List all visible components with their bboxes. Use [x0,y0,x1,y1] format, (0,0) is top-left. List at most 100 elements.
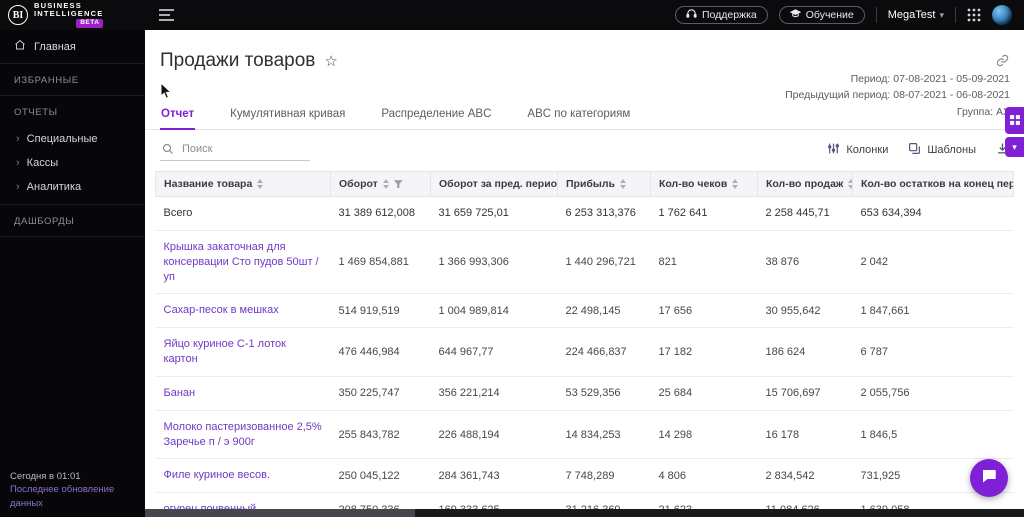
sidebar-item-special-label: Специальные [26,133,98,145]
search-icon [162,143,173,154]
column-header[interactable]: Кол-во продаж [757,171,853,197]
sidebar: Главная ИЗБРАННЫЕ ОТЧЕТЫ › Специальные ›… [0,30,145,517]
value-cell: 644 967,77 [430,327,558,377]
value-cell: 1 846,5 [852,410,1014,460]
sidebar-item-kassy[interactable]: › Кассы [0,151,145,175]
value-cell: 1 469 854,881 [330,230,431,295]
app-logo[interactable]: BI BUSINESS INTELLIGENCE BETA [0,2,145,28]
templates-label: Шаблоны [927,144,976,156]
value-cell: 2 834,542 [757,458,853,494]
search-wrap [160,139,310,161]
tab-abc-by-category[interactable]: ABC по категориям [526,101,631,129]
scrollbar-thumb[interactable] [145,509,415,517]
sidebar-item-kassy-label: Кассы [26,157,59,169]
column-header[interactable]: Кол-во чеков [650,171,758,197]
sidebar-section-reports[interactable]: ОТЧЕТЫ [0,96,145,127]
table-row: Молоко пастеризованное 2,5% Заречье п / … [155,410,1014,460]
tab-abc-distribution[interactable]: Распределение ABC [380,101,492,129]
training-label: Обучение [805,9,854,21]
chevron-right-icon: › [16,132,20,145]
sidebar-item-home[interactable]: Главная [0,30,145,64]
product-name-cell[interactable]: Молоко пастеризованное 2,5% Заречье п / … [155,410,331,460]
column-header[interactable]: Кол-во остатков на конец периода [852,171,1014,197]
topbar: BI BUSINESS INTELLIGENCE BETA Поддержка … [0,0,1024,30]
filter-icon[interactable] [393,180,403,189]
support-label: Поддержка [701,9,757,21]
training-button[interactable]: Обучение [778,6,865,24]
value-cell: 1 440 296,721 [557,230,651,295]
home-icon [14,39,26,54]
support-button[interactable]: Поддержка [674,6,768,24]
value-cell: 53 529,356 [557,376,651,411]
value-cell: 1 762 641 [650,196,758,231]
value-cell: 2 055,756 [852,376,1014,411]
column-header-label: Кол-во продаж [766,178,844,190]
column-header-label: Оборот за пред. период [439,178,558,190]
value-cell: 821 [650,230,758,295]
value-cell: 30 955,642 [757,293,853,329]
value-cell: 2 042 [852,230,1014,295]
column-header[interactable]: Оборот за пред. период [430,171,558,197]
sort-arrows-icon[interactable] [732,179,739,190]
sidebar-item-home-label: Главная [34,40,76,53]
share-link-icon[interactable] [996,54,1009,72]
value-cell: 1 847,661 [852,293,1014,329]
column-header[interactable]: Оборот [330,171,431,197]
value-cell: 6 787 [852,327,1014,377]
search-input[interactable] [160,139,310,161]
logo-text: BUSINESS INTELLIGENCE BETA [34,2,104,28]
sort-arrows-icon[interactable] [382,179,389,190]
apps-grid-icon[interactable] [967,8,981,22]
sidebar-section-favorites[interactable]: ИЗБРАННЫЕ [0,64,145,96]
product-name-cell[interactable]: Яйцо куриное С-1 лоток картон [155,327,331,377]
columns-icon [827,142,840,158]
title-row: Продажи товаров ☆ [145,30,1024,72]
table-body: Всего 31 389 612,008 31 659 725,01 6 253 31… [155,196,1014,517]
product-name-cell[interactable]: Крышка закаточная для консервации Сто пу… [155,230,331,295]
templates-button[interactable]: Шаблоны [908,142,976,158]
tab-cumulative-curve[interactable]: Кумулятивная кривая [229,101,346,129]
column-header[interactable]: Прибыль [557,171,651,197]
value-cell: 17 656 [650,293,758,329]
value-cell: 224 466,837 [557,327,651,377]
account-menu[interactable]: MegaTest ▾ [888,9,944,21]
sidebar-item-analytics-label: Аналитика [26,181,82,193]
sidebar-section-dashboards[interactable]: ДАШБОРДЫ [0,205,145,237]
product-name-cell[interactable]: Филе куриное весов. [155,458,331,494]
sidebar-item-special[interactable]: › Специальные [0,127,145,151]
horizontal-scrollbar[interactable] [145,509,1024,517]
column-header-label: Прибыль [566,178,615,190]
chat-button[interactable] [970,459,1008,497]
value-cell: 1 366 993,306 [430,230,558,295]
sort-arrows-icon[interactable] [257,179,264,190]
menu-toggle-icon[interactable] [159,9,174,21]
columns-label: Колонки [846,144,889,156]
account-label: MegaTest [887,9,936,21]
columns-button[interactable]: Колонки [827,142,888,158]
side-panel-button[interactable] [1005,107,1024,134]
value-cell: 25 684 [650,376,758,411]
sidebar-item-analytics[interactable]: › Аналитика [0,175,145,199]
value-cell: 14 834,253 [557,410,651,460]
tab-report[interactable]: Отчет [160,101,196,130]
logo-line2: INTELLIGENCE [34,9,104,19]
table-row: Банан 350 225,747 356 221,214 53 529,356 25 … [155,376,1014,411]
group-label: Группа: AX [956,105,1010,118]
sort-arrows-icon[interactable] [620,179,626,190]
table-total-row: Всего 31 389 612,008 31 659 725,01 6 253 31… [155,196,1014,231]
product-name-cell[interactable]: Сахар-песок в мешках [155,293,331,329]
sort-arrows-icon[interactable] [848,179,852,190]
column-header[interactable]: Название товара [155,171,331,197]
product-name-cell[interactable]: Банан [155,376,331,411]
value-cell: 476 446,984 [330,327,431,377]
table-row: Сахар-песок в мешках 514 919,519 1 004 989… [155,293,1014,329]
value-cell: 4 806 [650,458,758,494]
topbar-divider [875,7,877,23]
favorite-star-icon[interactable]: ☆ [324,52,337,70]
toolbar-actions: Колонки Шаблоны [827,142,1009,158]
value-cell: 16 178 [757,410,853,460]
last-update-note: Последнее обновление данных [10,484,115,510]
side-panel-collapse-button[interactable]: ▾ [1005,137,1024,157]
chat-bubble-icon [980,467,998,490]
user-avatar[interactable] [992,5,1012,25]
